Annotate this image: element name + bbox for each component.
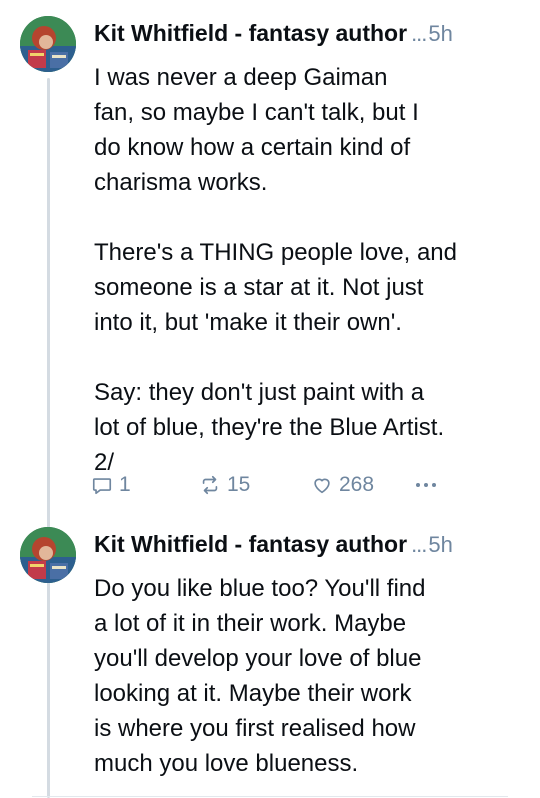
like-button[interactable]: 268: [311, 473, 374, 497]
post-header: Kit Whitfield - fantasy author ... 5h: [94, 531, 524, 563]
repost-count: 15: [227, 473, 251, 496]
post-time[interactable]: 5h: [428, 532, 452, 558]
avatar[interactable]: [20, 16, 76, 72]
author-name[interactable]: Kit Whitfield - fantasy author: [94, 531, 407, 558]
reply-button[interactable]: 1: [91, 473, 131, 497]
avatar-image: [20, 527, 76, 583]
post-actions: 1 15 268: [91, 467, 531, 503]
divider: [32, 796, 508, 797]
avatar-image: [20, 16, 76, 72]
more-icon: [416, 483, 436, 487]
name-truncation: ...: [411, 532, 427, 557]
post-1[interactable]: Kit Whitfield - fantasy author ... 5h I …: [0, 16, 540, 516]
like-count: 268: [339, 473, 375, 496]
heart-icon: [314, 478, 330, 494]
avatar[interactable]: [20, 527, 76, 583]
post-text: I was never a deep Gaiman fan, so maybe …: [94, 64, 457, 476]
repost-button[interactable]: 15: [199, 473, 250, 497]
name-truncation: ...: [411, 21, 427, 46]
post-header: Kit Whitfield - fantasy author ... 5h: [94, 20, 524, 52]
author-name[interactable]: Kit Whitfield - fantasy author: [94, 20, 407, 47]
reply-count: 1: [119, 473, 131, 496]
more-options-button[interactable]: [413, 474, 439, 496]
post-text: Do you like blue too? You'll find a lot …: [94, 575, 426, 777]
post-2[interactable]: Kit Whitfield - fantasy author ... 5h Do…: [0, 527, 540, 797]
reply-icon: [92, 478, 112, 495]
post-time[interactable]: 5h: [428, 21, 452, 47]
repost-icon: [202, 475, 218, 495]
